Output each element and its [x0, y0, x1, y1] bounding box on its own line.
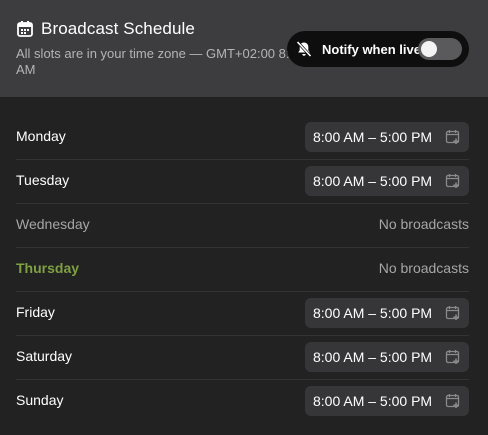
- slot-time: 8:00 AM – 5:00 PM: [313, 173, 433, 189]
- slot-time: 8:00 AM – 5:00 PM: [313, 349, 433, 365]
- time-slot-button[interactable]: 8:00 AM – 5:00 PM: [305, 342, 469, 372]
- notify-switch[interactable]: [418, 38, 462, 60]
- schedule-row-tuesday: Tuesday 8:00 AM – 5:00 PM: [16, 160, 469, 204]
- slot-time: 8:00 AM – 5:00 PM: [313, 393, 433, 409]
- day-label: Monday: [16, 128, 66, 144]
- schedule-header: Broadcast Schedule All slots are in your…: [0, 0, 488, 97]
- calendar-add-icon: [445, 306, 460, 320]
- schedule-row-friday: Friday 8:00 AM – 5:00 PM: [16, 292, 469, 336]
- bell-off-icon: [295, 40, 313, 58]
- calendar-add-icon: [445, 350, 460, 364]
- timezone-note: All slots are in your time zone — GMT+02…: [16, 46, 304, 77]
- switch-knob: [421, 41, 437, 57]
- no-broadcasts-text: No broadcasts: [378, 216, 469, 232]
- calendar-add-icon: [445, 174, 460, 188]
- slot-time: 8:00 AM – 5:00 PM: [313, 129, 433, 145]
- broadcast-schedule-panel: Broadcast Schedule All slots are in your…: [0, 0, 488, 435]
- calendar-icon: [16, 20, 34, 38]
- day-label: Tuesday: [16, 172, 70, 188]
- no-broadcasts-text: No broadcasts: [378, 260, 469, 276]
- time-slot-button[interactable]: 8:00 AM – 5:00 PM: [305, 166, 469, 196]
- calendar-add-icon: [445, 130, 460, 144]
- schedule-row-thursday: Thursday No broadcasts: [16, 248, 469, 292]
- time-slot-button[interactable]: 8:00 AM – 5:00 PM: [305, 298, 469, 328]
- schedule-row-wednesday: Wednesday No broadcasts: [16, 204, 469, 248]
- day-label: Saturday: [16, 348, 73, 364]
- page-title: Broadcast Schedule: [41, 19, 195, 38]
- time-slot-button[interactable]: 8:00 AM – 5:00 PM: [305, 386, 469, 416]
- schedule-row-sunday: Sunday 8:00 AM – 5:00 PM: [16, 380, 469, 423]
- day-label-today: Thursday: [16, 260, 80, 276]
- schedule-row-saturday: Saturday 8:00 AM – 5:00 PM: [16, 336, 469, 380]
- slot-time: 8:00 AM – 5:00 PM: [313, 305, 433, 321]
- calendar-add-icon: [445, 394, 460, 408]
- schedule-row-monday: Monday 8:00 AM – 5:00 PM: [16, 116, 469, 160]
- day-label: Sunday: [16, 392, 64, 408]
- schedule-list: Monday 8:00 AM – 5:00 PM Tuesday 8:00 AM…: [16, 116, 469, 423]
- time-slot-button[interactable]: 8:00 AM – 5:00 PM: [305, 122, 469, 152]
- day-label: Friday: [16, 304, 55, 320]
- notify-label: Notify when live:: [322, 41, 426, 57]
- notify-when-live-toggle[interactable]: Notify when live:: [287, 31, 469, 67]
- day-label: Wednesday: [16, 216, 90, 232]
- title-row: Broadcast Schedule: [16, 19, 195, 39]
